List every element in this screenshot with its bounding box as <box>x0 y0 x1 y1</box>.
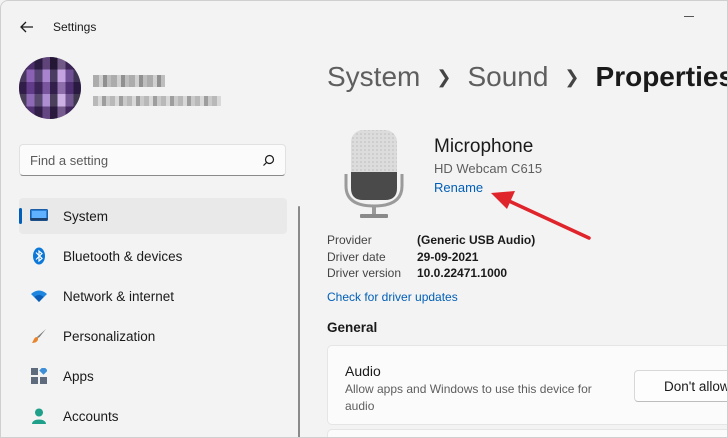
check-driver-updates-link[interactable]: Check for driver updates <box>327 290 458 304</box>
audio-card-description: Allow apps and Windows to use this devic… <box>345 382 592 413</box>
driver-details: Provider (Generic USB Audio) Driver date… <box>327 233 535 283</box>
dont-allow-button[interactable]: Don't allow <box>634 370 727 402</box>
chevron-right-icon: ❯ <box>436 66 452 87</box>
detail-key: Provider <box>327 233 372 247</box>
detail-row-driver-date: Driver date 29-09-2021 <box>327 250 535 266</box>
settings-window: Settings System <box>0 0 728 438</box>
device-model: HD Webcam C615 <box>434 161 543 176</box>
sidebar-item-apps[interactable]: Apps <box>19 358 287 394</box>
bluetooth-icon <box>30 247 48 265</box>
rename-link[interactable]: Rename <box>434 180 483 195</box>
blurred-account-email <box>93 96 221 106</box>
sidebar-item-label: Personalization <box>63 328 156 344</box>
next-settings-card <box>327 429 727 437</box>
person-icon <box>30 407 48 425</box>
minimize-button[interactable] <box>684 16 694 17</box>
paintbrush-icon <box>30 327 48 345</box>
apps-icon <box>30 367 48 385</box>
sidebar-item-network[interactable]: Network & internet <box>19 278 287 314</box>
sidebar-item-personalization[interactable]: Personalization <box>19 318 287 354</box>
sidebar-item-label: Apps <box>63 368 94 384</box>
detail-key: Driver version <box>327 266 402 280</box>
detail-value: (Generic USB Audio) <box>417 233 536 247</box>
sidebar-item-label: Network & internet <box>63 288 175 304</box>
search-box[interactable] <box>19 144 286 176</box>
breadcrumb: System ❯ Sound ❯ Properties <box>327 61 728 93</box>
sidebar-item-accounts[interactable]: Accounts <box>19 398 287 434</box>
detail-value: 10.0.22471.1000 <box>417 266 508 280</box>
sidebar-item-label: System <box>63 208 109 224</box>
back-arrow-icon <box>20 21 33 33</box>
sidebar-scrollbar[interactable] <box>298 206 300 437</box>
microphone-icon <box>344 130 404 218</box>
system-display-icon <box>30 207 48 225</box>
blurred-account-name <box>93 75 165 87</box>
breadcrumb-system[interactable]: System <box>327 61 420 93</box>
sidebar-item-label: Accounts <box>63 408 119 424</box>
audio-settings-card: Audio Allow apps and Windows to use this… <box>327 345 727 425</box>
search-input[interactable] <box>30 152 262 168</box>
search-icon[interactable] <box>262 154 275 167</box>
chevron-right-icon: ❯ <box>564 66 580 87</box>
breadcrumb-sound[interactable]: Sound <box>467 61 548 93</box>
device-name: Microphone <box>434 136 534 157</box>
sidebar-item-label: Bluetooth & devices <box>63 248 183 264</box>
sidebar-item-bluetooth[interactable]: Bluetooth & devices <box>19 238 287 274</box>
wifi-icon <box>30 287 48 305</box>
sidebar-nav: System Bluetooth & devices Network & int… <box>19 198 287 437</box>
audio-card-title: Audio <box>345 363 381 379</box>
section-title-general: General <box>327 320 378 335</box>
page-title: Properties <box>595 61 728 92</box>
detail-key: Driver date <box>327 249 386 264</box>
detail-row-driver-version: Driver version 10.0.22471.1000 <box>327 266 535 282</box>
detail-row-provider: Provider (Generic USB Audio) <box>327 233 535 249</box>
back-button[interactable] <box>15 17 39 37</box>
sidebar-item-system[interactable]: System <box>19 198 287 234</box>
detail-value: 29-09-2021 <box>417 249 479 264</box>
avatar[interactable] <box>19 57 81 119</box>
app-title: Settings <box>53 20 97 34</box>
